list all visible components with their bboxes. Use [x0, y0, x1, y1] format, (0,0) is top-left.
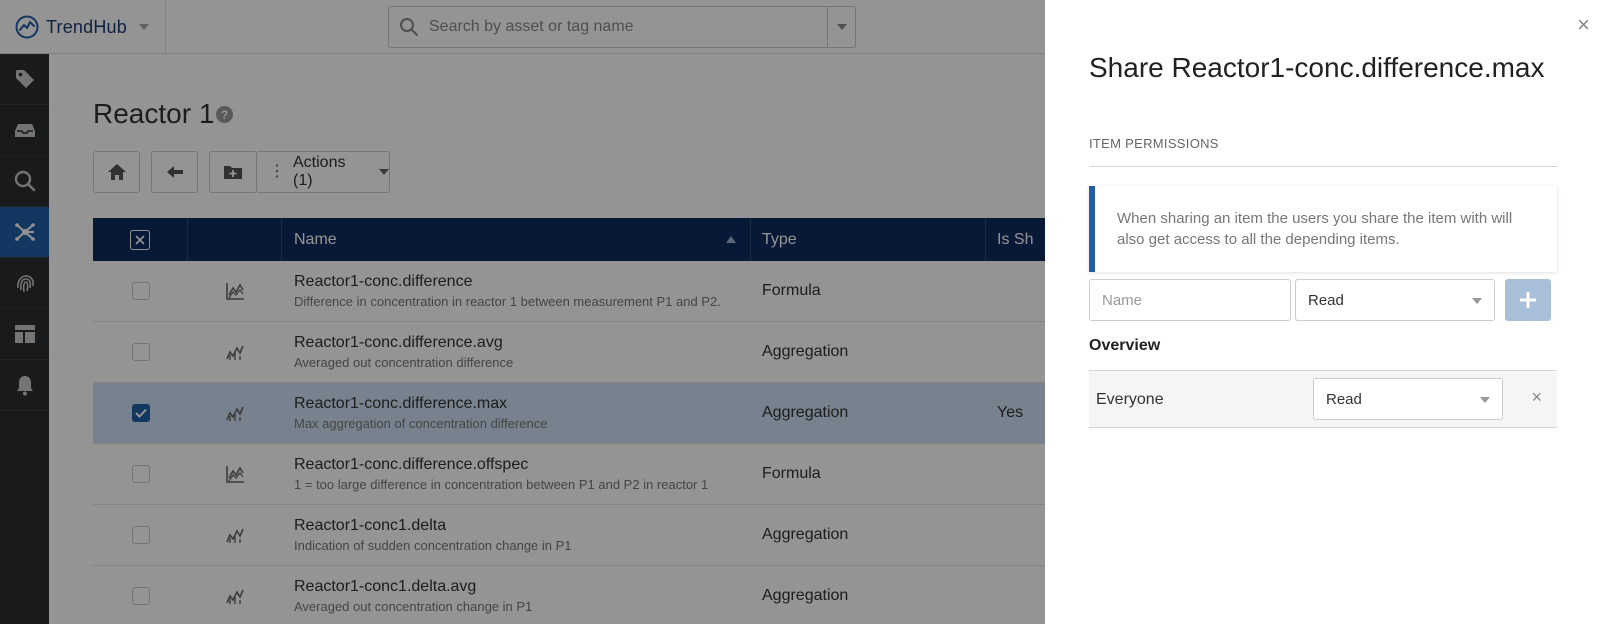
user-name-input[interactable]: [1089, 279, 1291, 321]
permission-row: Everyone Read ×: [1089, 370, 1557, 428]
chevron-down-icon: [1472, 298, 1482, 304]
remove-permission-icon[interactable]: ×: [1531, 388, 1542, 406]
permission-row-value: Read: [1326, 390, 1362, 408]
section-label: ITEM PERMISSIONS: [1089, 136, 1219, 151]
chevron-down-icon: [1480, 397, 1490, 403]
modal-backdrop[interactable]: [0, 0, 1045, 624]
close-icon[interactable]: ×: [1577, 14, 1590, 36]
overview-title: Overview: [1089, 337, 1161, 354]
share-title: Share Reactor1-conc.difference.max: [1089, 52, 1545, 83]
divider: [1089, 166, 1557, 167]
info-message: When sharing an item the users you share…: [1089, 186, 1557, 272]
permission-select-value: Read: [1308, 291, 1344, 309]
share-panel: × Share Reactor1-conc.difference.max ITE…: [1045, 0, 1600, 624]
permission-row-select[interactable]: Read: [1313, 378, 1503, 420]
permission-select[interactable]: Read: [1295, 279, 1495, 321]
plus-icon: [1520, 292, 1536, 308]
add-permission-button[interactable]: [1505, 279, 1551, 321]
permission-user-name: Everyone: [1096, 391, 1164, 408]
